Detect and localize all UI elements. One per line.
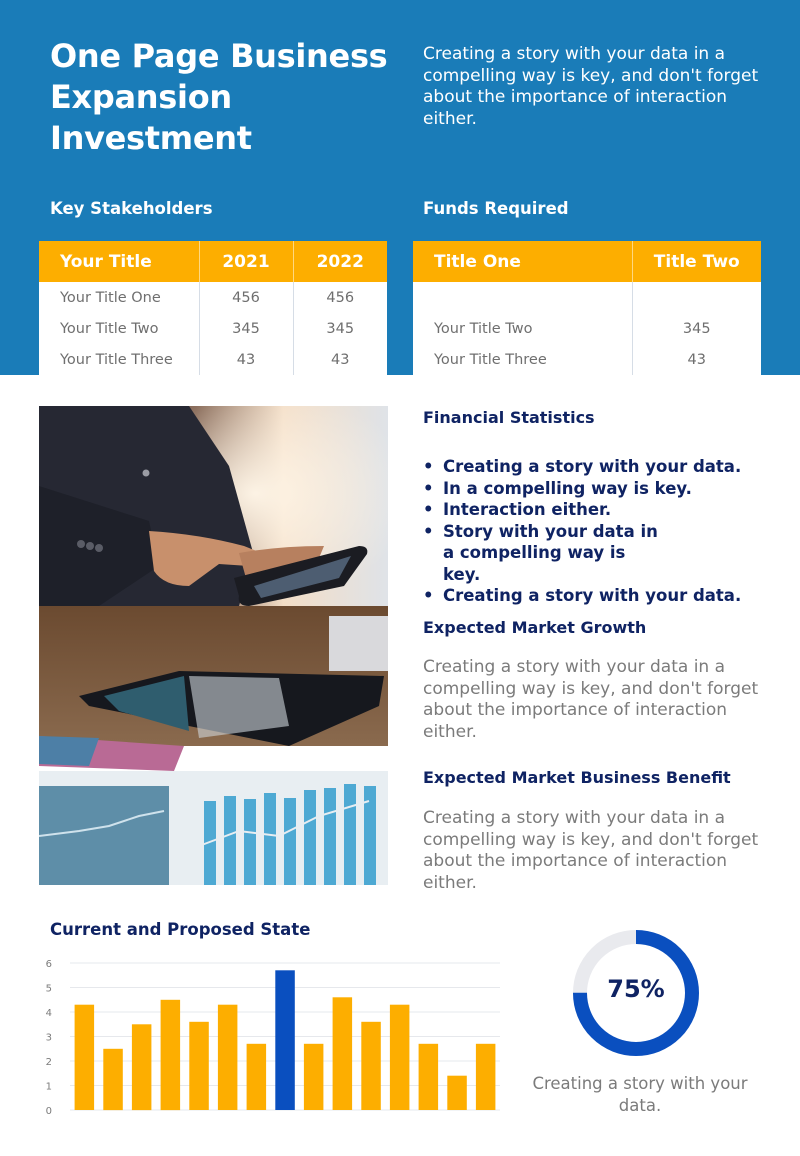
bar-chart: 0 1 2 3 4 5 6 (46, 959, 500, 1117)
page-title: One Page Business Expansion Investment (50, 37, 388, 157)
bar (160, 999, 181, 1111)
table-cell: 345 (682, 320, 711, 337)
bar (475, 1043, 496, 1110)
list-item: Creating a story with your data. (423, 585, 773, 607)
list-item: Interaction either. (423, 499, 773, 521)
table-row: Your Title Two 345 345 (39, 313, 387, 344)
y-tick-label: 3 (46, 1033, 52, 1044)
y-tick-label: 1 (46, 1082, 52, 1093)
market-growth-title: Expected Market Growth (423, 618, 647, 637)
bar (361, 1021, 381, 1110)
y-tick-label: 5 (46, 984, 52, 995)
table-cell: 456 (199, 282, 294, 313)
chart-title: Current and Proposed State (50, 920, 311, 939)
table-header-row: Title One Title Two (413, 241, 761, 282)
bar (103, 1048, 123, 1111)
table-cell: Your Title Two (39, 313, 200, 344)
table-cell: 43 (199, 344, 294, 375)
header-intro: Creating a story with your data in a com… (423, 44, 759, 129)
table-cell: 456 (326, 289, 355, 306)
donut-value: 75% (607, 975, 665, 1003)
photo-illustration (39, 406, 388, 885)
table-cell: Your Title Two (413, 313, 633, 344)
bar (447, 1075, 467, 1110)
bar (418, 1043, 439, 1110)
list-item: Creating a story with your data. (423, 456, 773, 478)
bar (303, 1043, 324, 1110)
funds-table: Title One Title Two Your Title Two 345 Y… (413, 241, 761, 375)
table-cell: Your Title One (39, 282, 200, 313)
bar (131, 1024, 152, 1111)
bar (74, 1004, 95, 1110)
table-cell: 345 (326, 320, 355, 337)
column-header: Title One (413, 241, 633, 282)
bar (217, 1004, 238, 1110)
table-cell: Your Title Three (413, 344, 633, 375)
y-tick-label: 6 (46, 959, 52, 970)
table-row: Your Title One 456 456 (39, 282, 387, 313)
bar (189, 1021, 209, 1110)
column-header: 2021 (199, 241, 294, 282)
funds-label: Funds Required (423, 199, 569, 218)
table-row: Your Title Three 43 (413, 344, 761, 375)
stakeholders-table: Your Title 2021 2022 Your Title One 456 … (39, 241, 387, 375)
table-row: Your Title Three 43 43 (39, 344, 387, 375)
financial-statistics-title: Financial Statistics (423, 408, 595, 427)
y-tick-label: 4 (46, 1008, 52, 1019)
table-cell: 43 (331, 351, 350, 368)
table-cell: Your Title Three (39, 344, 200, 375)
donut-caption: Creating a story with your data. (532, 1074, 748, 1115)
stakeholders-label: Key Stakeholders (50, 199, 213, 218)
column-header: 2022 (293, 241, 387, 282)
business-photo (39, 406, 388, 885)
financial-statistics-list: Creating a story with your data. In a co… (423, 456, 773, 607)
column-header: Title Two (632, 241, 761, 282)
table-header-row: Your Title 2021 2022 (39, 241, 387, 282)
market-benefit-body: Creating a story with your data in a com… (423, 808, 759, 893)
y-tick-label: 2 (46, 1057, 52, 1068)
bar (332, 997, 353, 1110)
table-row: Your Title Two 345 (413, 313, 761, 344)
bar-highlight (275, 970, 295, 1110)
table-cell: 43 (687, 351, 706, 368)
table-cell (413, 282, 633, 313)
market-benefit-title: Expected Market Business Benefit (423, 768, 731, 787)
table-cell: 345 (199, 313, 294, 344)
table-row (413, 282, 761, 313)
bar (389, 1004, 410, 1110)
market-growth-body: Creating a story with your data in a com… (423, 657, 759, 742)
bar (246, 1043, 267, 1110)
column-header: Your Title (39, 241, 200, 282)
y-tick-label: 0 (46, 1106, 52, 1117)
list-item: Story with your data in a compelling way… (423, 521, 663, 586)
table-cell (632, 282, 761, 313)
list-item: In a compelling way is key. (423, 478, 773, 500)
